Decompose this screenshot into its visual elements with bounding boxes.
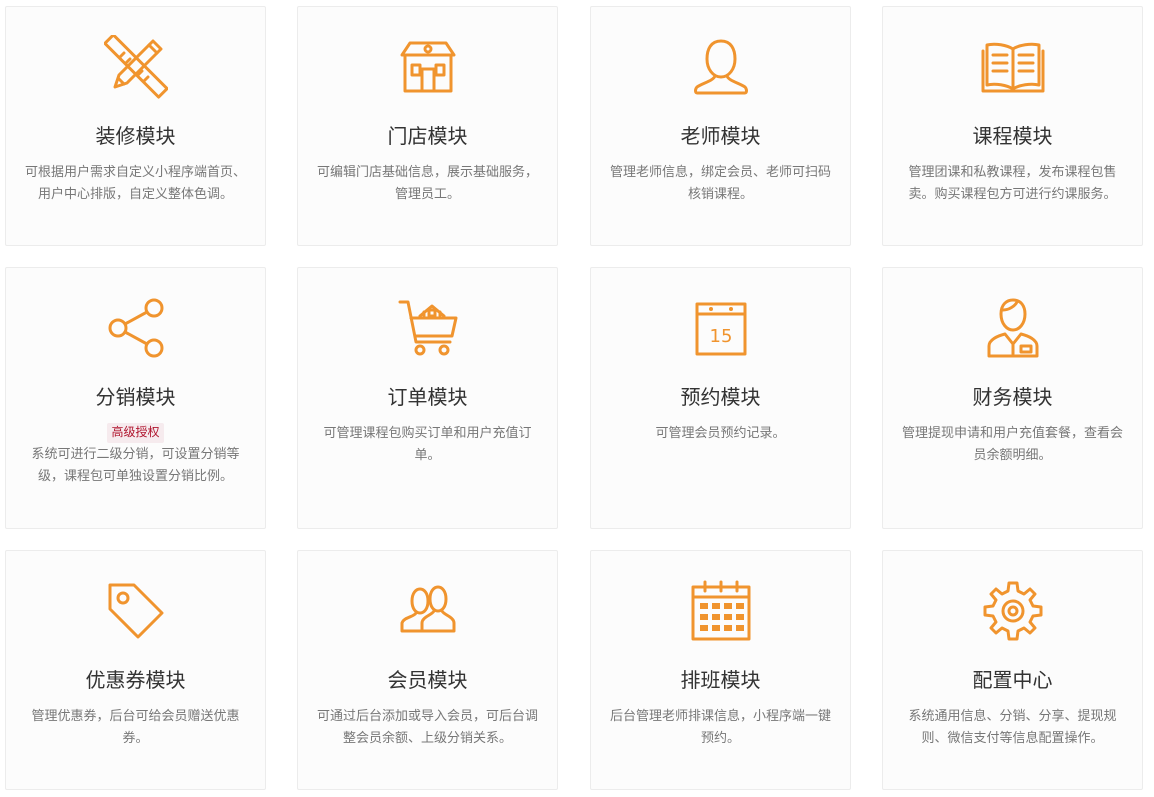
- businessman-icon: [883, 296, 1142, 360]
- module-card-order[interactable]: 订单模块 可管理课程包购买订单和用户充值订单。: [297, 267, 558, 529]
- module-description: 可通过后台添加或导入会员，可后台调整会员余额、上级分销关系。: [316, 709, 538, 746]
- module-card-store[interactable]: 门店模块 可编辑门店基础信息，展示基础服务，管理员工。: [297, 6, 558, 246]
- premium-license-badge: 高级授权: [107, 423, 164, 443]
- module-card-decoration[interactable]: 装修模块 可根据用户需求自定义小程序端首页、用户中心排版，自定义整体色调。: [5, 6, 266, 246]
- share-icon: [6, 296, 265, 360]
- storefront-icon: [298, 35, 557, 99]
- module-title: 排班模块: [680, 668, 761, 692]
- module-description: 管理优惠券，后台可给会员赠送优惠券。: [31, 709, 240, 746]
- module-description: 可管理课程包购买订单和用户充值订单。: [323, 426, 532, 463]
- book-icon: [883, 35, 1142, 99]
- module-card-member[interactable]: 会员模块 可通过后台添加或导入会员，可后台调整会员余额、上级分销关系。: [297, 550, 558, 790]
- badge-container: 高级授权: [6, 423, 265, 443]
- module-card-reservation[interactable]: 15 预约模块 可管理会员预约记录。: [590, 267, 851, 529]
- module-description: 管理老师信息，绑定会员、老师可扫码核销课程。: [609, 165, 831, 202]
- module-title: 预约模块: [680, 385, 761, 409]
- module-description: 可管理会员预约记录。: [655, 426, 786, 441]
- module-card-course[interactable]: 课程模块 管理团课和私教课程，发布课程包售卖。购买课程包方可进行约课服务。: [882, 6, 1143, 246]
- shopping-cart-icon: [298, 296, 557, 360]
- module-title: 装修模块: [95, 124, 176, 148]
- schedule-grid-icon: [591, 579, 850, 643]
- module-title: 会员模块: [387, 668, 468, 692]
- module-title: 课程模块: [972, 124, 1053, 148]
- module-title: 优惠券模块: [85, 668, 186, 692]
- gear-icon: [883, 579, 1142, 643]
- module-card-config[interactable]: 配置中心 系统通用信息、分销、分享、提现规则、微信支付等信息配置操作。: [882, 550, 1143, 790]
- module-description: 后台管理老师排课信息，小程序端一键预约。: [609, 709, 831, 746]
- ruler-pencil-icon: [6, 35, 265, 99]
- price-tag-icon: [6, 579, 265, 643]
- person-icon: [591, 35, 850, 99]
- calendar-day-number: 15: [709, 326, 732, 347]
- calendar-icon: 15: [591, 296, 850, 360]
- module-card-schedule[interactable]: 排班模块 后台管理老师排课信息，小程序端一键预约。: [590, 550, 851, 790]
- module-title: 老师模块: [680, 124, 761, 148]
- users-icon: [298, 579, 557, 643]
- module-title: 门店模块: [387, 124, 468, 148]
- module-description: 系统通用信息、分销、分享、提现规则、微信支付等信息配置操作。: [908, 709, 1117, 746]
- module-title: 财务模块: [972, 385, 1053, 409]
- module-description: 管理提现申请和用户充值套餐，查看会员余额明细。: [901, 426, 1123, 463]
- module-card-distribution[interactable]: 分销模块 高级授权 系统可进行二级分销，可设置分销等级，课程包可单独设置分销比例…: [5, 267, 266, 529]
- module-description: 可根据用户需求自定义小程序端首页、用户中心排版，自定义整体色调。: [24, 165, 246, 202]
- module-card-finance[interactable]: 财务模块 管理提现申请和用户充值套餐，查看会员余额明细。: [882, 267, 1143, 529]
- module-description: 可编辑门店基础信息，展示基础服务，管理员工。: [316, 165, 538, 202]
- module-title: 分销模块: [95, 385, 176, 409]
- module-description: 管理团课和私教课程，发布课程包售卖。购买课程包方可进行约课服务。: [908, 165, 1117, 202]
- module-description: 系统可进行二级分销，可设置分销等级，课程包可单独设置分销比例。: [31, 447, 240, 484]
- module-card-teacher[interactable]: 老师模块 管理老师信息，绑定会员、老师可扫码核销课程。: [590, 6, 851, 246]
- module-title: 配置中心: [972, 668, 1053, 692]
- module-title: 订单模块: [387, 385, 468, 409]
- module-card-coupon[interactable]: 优惠券模块 管理优惠券，后台可给会员赠送优惠券。: [5, 550, 266, 790]
